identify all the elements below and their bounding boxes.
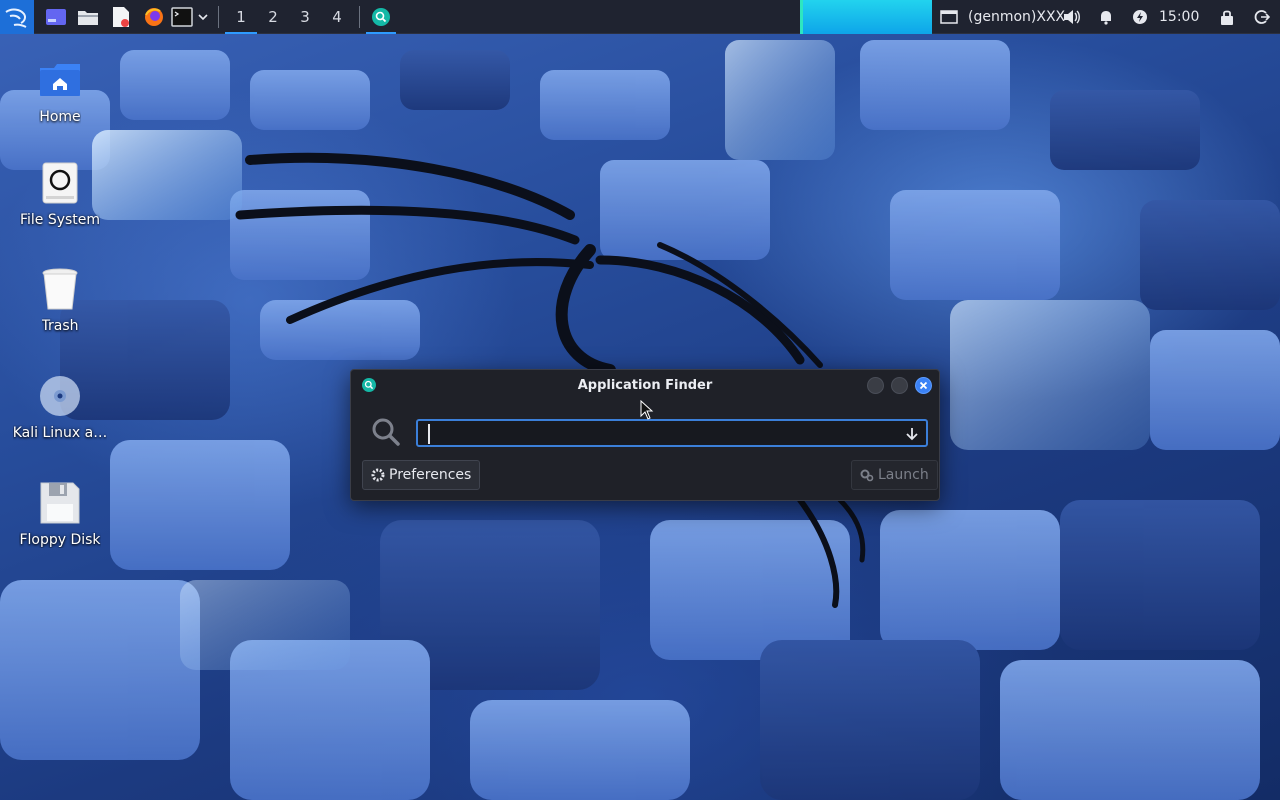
kali-dragon-icon: [5, 8, 27, 28]
window-title: Application Finder: [577, 377, 713, 393]
close-button[interactable]: [915, 377, 932, 394]
workspace-3[interactable]: 3: [289, 0, 321, 34]
desktop-icon-floppy-disk[interactable]: Floppy Disk: [5, 480, 115, 548]
maximize-button[interactable]: [891, 377, 908, 394]
close-icon: [919, 381, 928, 390]
window-menu-button[interactable]: [940, 0, 960, 34]
workspace-1[interactable]: 1: [225, 0, 257, 34]
genmon-plugin[interactable]: (genmon)XXX: [968, 0, 1065, 34]
desktop-icon-label: Trash: [41, 318, 79, 334]
terminal-icon: [171, 6, 193, 27]
chevron-down-icon: [198, 13, 208, 20]
logout-icon: [1254, 10, 1270, 24]
lock-icon: [1221, 10, 1233, 25]
desktop-icon-label: Home: [39, 109, 81, 125]
folder-icon: [78, 10, 98, 25]
search-input[interactable]: [428, 424, 888, 444]
terminal-launcher[interactable]: [170, 0, 194, 34]
top-panel: 1 2 3 4 (genmon)XXX 15:00: [0, 0, 1280, 34]
text-editor-launcher[interactable]: [104, 0, 138, 34]
workspace-2[interactable]: 2: [257, 0, 289, 34]
mouse-cursor-icon: [640, 400, 654, 420]
desktop-icon: [46, 8, 66, 25]
workspace-label: 3: [300, 7, 310, 26]
app-finder-icon: [372, 7, 390, 26]
launch-label: Launch: [878, 467, 929, 483]
desktop-icon-trash[interactable]: Trash: [5, 266, 115, 334]
launch-gears-icon: [860, 469, 874, 482]
lock-screen-button[interactable]: [1220, 0, 1240, 34]
desktop-icon-label: File System: [19, 212, 101, 228]
cpu-graph-fill: [803, 0, 932, 34]
file-manager-launcher[interactable]: [72, 0, 104, 34]
whisker-menu-button[interactable]: [0, 0, 34, 34]
text-editor-icon: [113, 6, 129, 27]
show-desktop-button[interactable]: [40, 0, 72, 34]
taskbar-application-finder[interactable]: [366, 0, 396, 34]
desktop-icon-kali-linux-disc[interactable]: Kali Linux a…: [5, 373, 115, 441]
launch-button[interactable]: Launch: [851, 460, 938, 490]
desktop-icon-label: Kali Linux a…: [12, 425, 108, 441]
genmon-text: (genmon)XXX: [968, 9, 1066, 25]
expand-arrow-icon[interactable]: [905, 426, 919, 445]
workspace-4[interactable]: 4: [321, 0, 353, 34]
firefox-launcher[interactable]: [138, 0, 170, 34]
search-entry[interactable]: [416, 419, 928, 447]
bell-icon: [1101, 11, 1111, 25]
panel-separator: [218, 5, 219, 28]
logout-button[interactable]: [1254, 0, 1274, 34]
search-icon: [371, 417, 401, 451]
power-manager-button[interactable]: [1132, 0, 1152, 34]
home-folder-icon: [37, 57, 83, 103]
terminal-dropdown[interactable]: [194, 0, 212, 34]
clock-time: 15:00: [1159, 9, 1200, 25]
drive-icon: [37, 160, 83, 206]
notifications-button[interactable]: [1098, 0, 1118, 34]
optical-disc-icon: [37, 373, 83, 419]
desktop-icon-file-system[interactable]: File System: [5, 160, 115, 228]
application-finder-window: Application Finder Preferences Launch: [350, 369, 940, 501]
volume-button[interactable]: [1063, 0, 1083, 34]
volume-icon: [1064, 10, 1080, 24]
workspace-label: 2: [268, 7, 278, 26]
trash-icon: [37, 266, 83, 312]
floppy-disk-icon: [37, 480, 83, 526]
preferences-button[interactable]: Preferences: [362, 460, 481, 490]
gear-icon: [371, 468, 385, 482]
app-finder-icon: [361, 377, 377, 397]
firefox-icon: [145, 7, 163, 26]
minimize-button[interactable]: [867, 377, 884, 394]
window-titlebar[interactable]: Application Finder: [351, 370, 939, 400]
cpu-graph[interactable]: [800, 0, 932, 34]
clock[interactable]: 15:00: [1159, 0, 1199, 34]
desktop-icon-home[interactable]: Home: [5, 57, 115, 125]
workspace-label: 4: [332, 7, 342, 26]
desktop-icon-label: Floppy Disk: [19, 532, 101, 548]
preferences-label: Preferences: [389, 467, 472, 483]
battery-charging-icon: [1133, 10, 1147, 24]
window-icon: [940, 10, 958, 24]
workspace-label: 1: [236, 7, 246, 26]
panel-separator: [359, 5, 360, 28]
